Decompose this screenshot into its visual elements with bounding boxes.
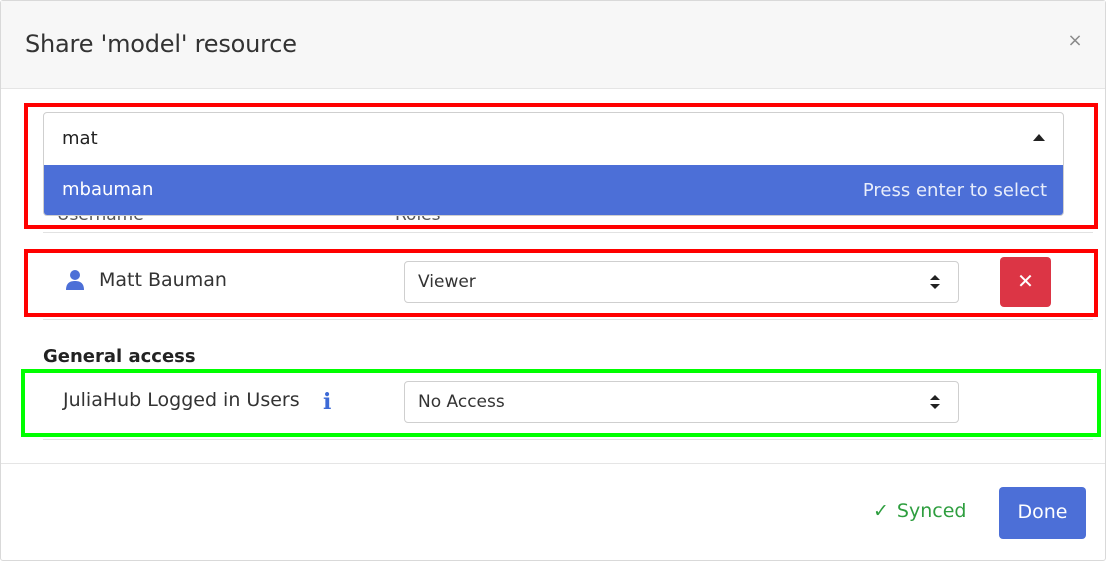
divider (43, 319, 1093, 320)
role-select[interactable]: Viewer (404, 261, 959, 303)
person-icon (66, 270, 84, 290)
info-icon[interactable]: i (323, 389, 331, 415)
share-dialog: Share 'model' resource × Username Roles … (0, 0, 1106, 561)
role-select-value: Viewer (418, 272, 476, 292)
caret-up-icon[interactable] (1033, 134, 1045, 141)
general-access-select[interactable]: No Access (404, 381, 959, 423)
user-search-combobox[interactable]: mbauman Press enter to select (43, 112, 1064, 216)
divider (43, 232, 1093, 233)
suggestion-option[interactable]: mbauman Press enter to select (44, 165, 1063, 215)
footer-divider (1, 463, 1105, 464)
close-icon: ✕ (1017, 269, 1034, 293)
updown-icon (930, 395, 940, 409)
general-access-select-value: No Access (418, 392, 505, 412)
check-icon: ✓ (873, 500, 889, 522)
user-name: Matt Bauman (99, 269, 227, 291)
done-button-label: Done (1017, 501, 1068, 523)
dialog-title: Share 'model' resource (25, 30, 297, 58)
suggestion-username: mbauman (62, 179, 154, 200)
done-button[interactable]: Done (999, 487, 1086, 539)
divider (43, 439, 1093, 440)
remove-user-button[interactable]: ✕ (1000, 257, 1051, 307)
general-access-title: General access (43, 346, 196, 367)
updown-icon (930, 275, 940, 289)
suggestion-hint: Press enter to select (862, 180, 1047, 201)
sync-status-label: Synced (896, 500, 967, 522)
general-access-group: JuliaHub Logged in Users (63, 389, 300, 411)
close-icon[interactable]: × (1065, 31, 1085, 51)
dialog-header: Share 'model' resource × (1, 1, 1105, 89)
user-search-input[interactable] (44, 113, 1063, 164)
sync-status: ✓ Synced (873, 500, 966, 522)
